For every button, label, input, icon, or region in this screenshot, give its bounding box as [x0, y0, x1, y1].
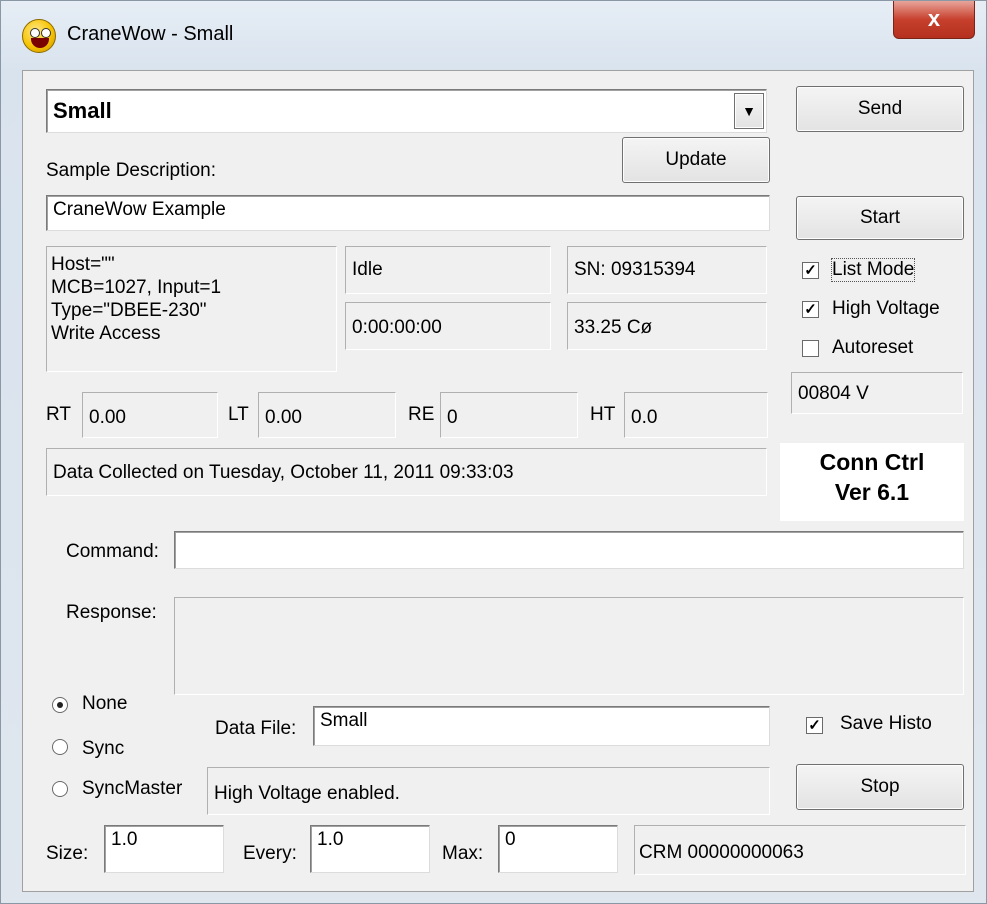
list-mode-label[interactable]: List Mode — [830, 258, 916, 282]
size-input[interactable]: 1.0 — [104, 825, 224, 873]
response-label: Response: — [66, 602, 157, 623]
sample-description-input[interactable]: CraneWow Example — [46, 195, 770, 231]
close-button[interactable]: x — [893, 1, 975, 39]
temperature-field: 33.25 Cø — [567, 302, 767, 350]
voltage-readout: 00804 V — [791, 372, 963, 414]
every-input[interactable]: 1.0 — [310, 825, 430, 873]
sync-mode-sync-radio[interactable] — [52, 739, 68, 755]
max-label: Max: — [442, 843, 484, 864]
conn-ctrl-version: Ver 6.1 — [834, 479, 910, 505]
ht-value: 0.0 — [624, 392, 768, 438]
re-label: RE — [408, 404, 435, 425]
serial-field: SN: 09315394 — [567, 246, 767, 294]
elapsed-field: 0:00:00:00 — [345, 302, 551, 350]
lt-label: LT — [228, 404, 249, 425]
data-collected-status: Data Collected on Tuesday, October 11, 2… — [46, 448, 767, 496]
conn-ctrl-title: Conn Ctrl — [819, 449, 925, 475]
conn-ctrl-panel: Conn Ctrl Ver 6.1 — [780, 443, 964, 521]
data-file-input[interactable]: Small — [313, 706, 770, 746]
type-line: Type="DBEE-230" — [51, 300, 207, 321]
chevron-down-icon: ▼ — [742, 103, 756, 119]
max-input[interactable]: 0 — [498, 825, 618, 873]
host-info-box: Host="" MCB=1027, Input=1 Type="DBEE-230… — [46, 246, 337, 372]
sync-mode-none-radio[interactable] — [52, 697, 68, 713]
start-button[interactable]: Start — [796, 196, 964, 240]
app-smiley-icon[interactable] — [22, 19, 56, 53]
response-box — [174, 597, 964, 695]
title-bar[interactable]: CraneWow - Small — [1, 1, 987, 71]
sync-mode-none-label[interactable]: None — [82, 693, 127, 715]
rt-label: RT — [46, 404, 71, 425]
send-button[interactable]: Send — [796, 86, 964, 132]
sample-select[interactable]: Small — [46, 89, 767, 133]
high-voltage-checkbox[interactable]: ✓ — [802, 301, 819, 318]
autoreset-checkbox[interactable] — [802, 340, 819, 357]
access-line: Write Access — [51, 323, 161, 344]
ht-label: HT — [590, 404, 616, 425]
message-status: High Voltage enabled. — [207, 767, 770, 815]
lt-value: 0.00 — [258, 392, 396, 438]
high-voltage-label[interactable]: High Voltage — [832, 298, 940, 320]
sample-select-value: Small — [53, 98, 112, 123]
every-label: Every: — [243, 843, 297, 864]
stop-button[interactable]: Stop — [796, 764, 964, 810]
window-title: CraneWow - Small — [67, 23, 234, 45]
save-histo-label[interactable]: Save Histo — [840, 713, 932, 735]
data-file-label: Data File: — [215, 718, 297, 739]
re-value: 0 — [440, 392, 578, 438]
sample-dropdown-button[interactable]: ▼ — [734, 93, 764, 129]
sample-description-label: Sample Description: — [46, 160, 217, 181]
autoreset-label[interactable]: Autoreset — [832, 337, 913, 359]
update-button[interactable]: Update — [622, 137, 770, 183]
sync-mode-sync-label[interactable]: Sync — [82, 738, 124, 760]
host-line: Host="" — [51, 254, 115, 275]
rt-value: 0.00 — [82, 392, 218, 438]
list-mode-checkbox[interactable]: ✓ — [802, 262, 819, 279]
command-input[interactable] — [174, 531, 964, 569]
save-histo-checkbox[interactable]: ✓ — [806, 717, 823, 734]
state-field: Idle — [345, 246, 551, 294]
sync-mode-syncmaster-label[interactable]: SyncMaster — [82, 778, 182, 800]
crm-status: CRM 00000000063 — [634, 825, 966, 875]
sync-mode-syncmaster-radio[interactable] — [52, 781, 68, 797]
size-label: Size: — [46, 843, 89, 864]
command-label: Command: — [66, 541, 159, 562]
mcb-line: MCB=1027, Input=1 — [51, 277, 222, 298]
